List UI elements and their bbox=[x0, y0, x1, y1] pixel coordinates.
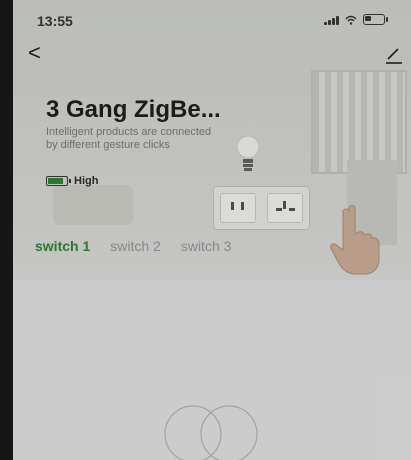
wifi-icon bbox=[345, 15, 357, 25]
status-time: 13:55 bbox=[37, 13, 73, 29]
power-outlet-illustration bbox=[213, 186, 310, 230]
back-button[interactable]: < bbox=[28, 42, 52, 66]
battery-level-icon bbox=[46, 176, 71, 186]
status-bar: 13:55 bbox=[13, 0, 411, 40]
battery-icon bbox=[363, 14, 388, 25]
switch-tabs: switch 1 switch 2 switch 3 bbox=[35, 238, 231, 254]
signal-icon bbox=[324, 15, 339, 25]
battery-level-label: High bbox=[74, 175, 99, 187]
device-title: 3 Gang ZigBe... bbox=[46, 96, 221, 123]
app-screen: 13:55 < 3 Gang ZigBe... Intelligent prod… bbox=[13, 0, 411, 460]
edit-button[interactable] bbox=[383, 44, 405, 66]
gesture-rings-icon[interactable] bbox=[151, 404, 271, 460]
device-hero-banner: 13:55 < 3 Gang ZigBe... Intelligent prod… bbox=[13, 0, 411, 280]
light-bulb-icon bbox=[236, 135, 260, 171]
tab-switch-2[interactable]: switch 2 bbox=[110, 238, 161, 254]
socket-icon bbox=[219, 193, 256, 223]
pointing-hand-icon bbox=[330, 205, 380, 275]
chevron-left-icon: < bbox=[28, 40, 41, 65]
battery-status: High bbox=[46, 175, 98, 187]
pencil-icon bbox=[386, 48, 402, 64]
tab-switch-3[interactable]: switch 3 bbox=[181, 238, 232, 254]
tab-switch-1[interactable]: switch 1 bbox=[35, 238, 90, 254]
furniture-illustration bbox=[53, 185, 133, 225]
device-description: Intelligent products are connected by di… bbox=[46, 126, 212, 151]
socket-icon bbox=[267, 193, 304, 223]
status-icons bbox=[324, 14, 388, 25]
window-blinds-illustration bbox=[311, 70, 407, 174]
